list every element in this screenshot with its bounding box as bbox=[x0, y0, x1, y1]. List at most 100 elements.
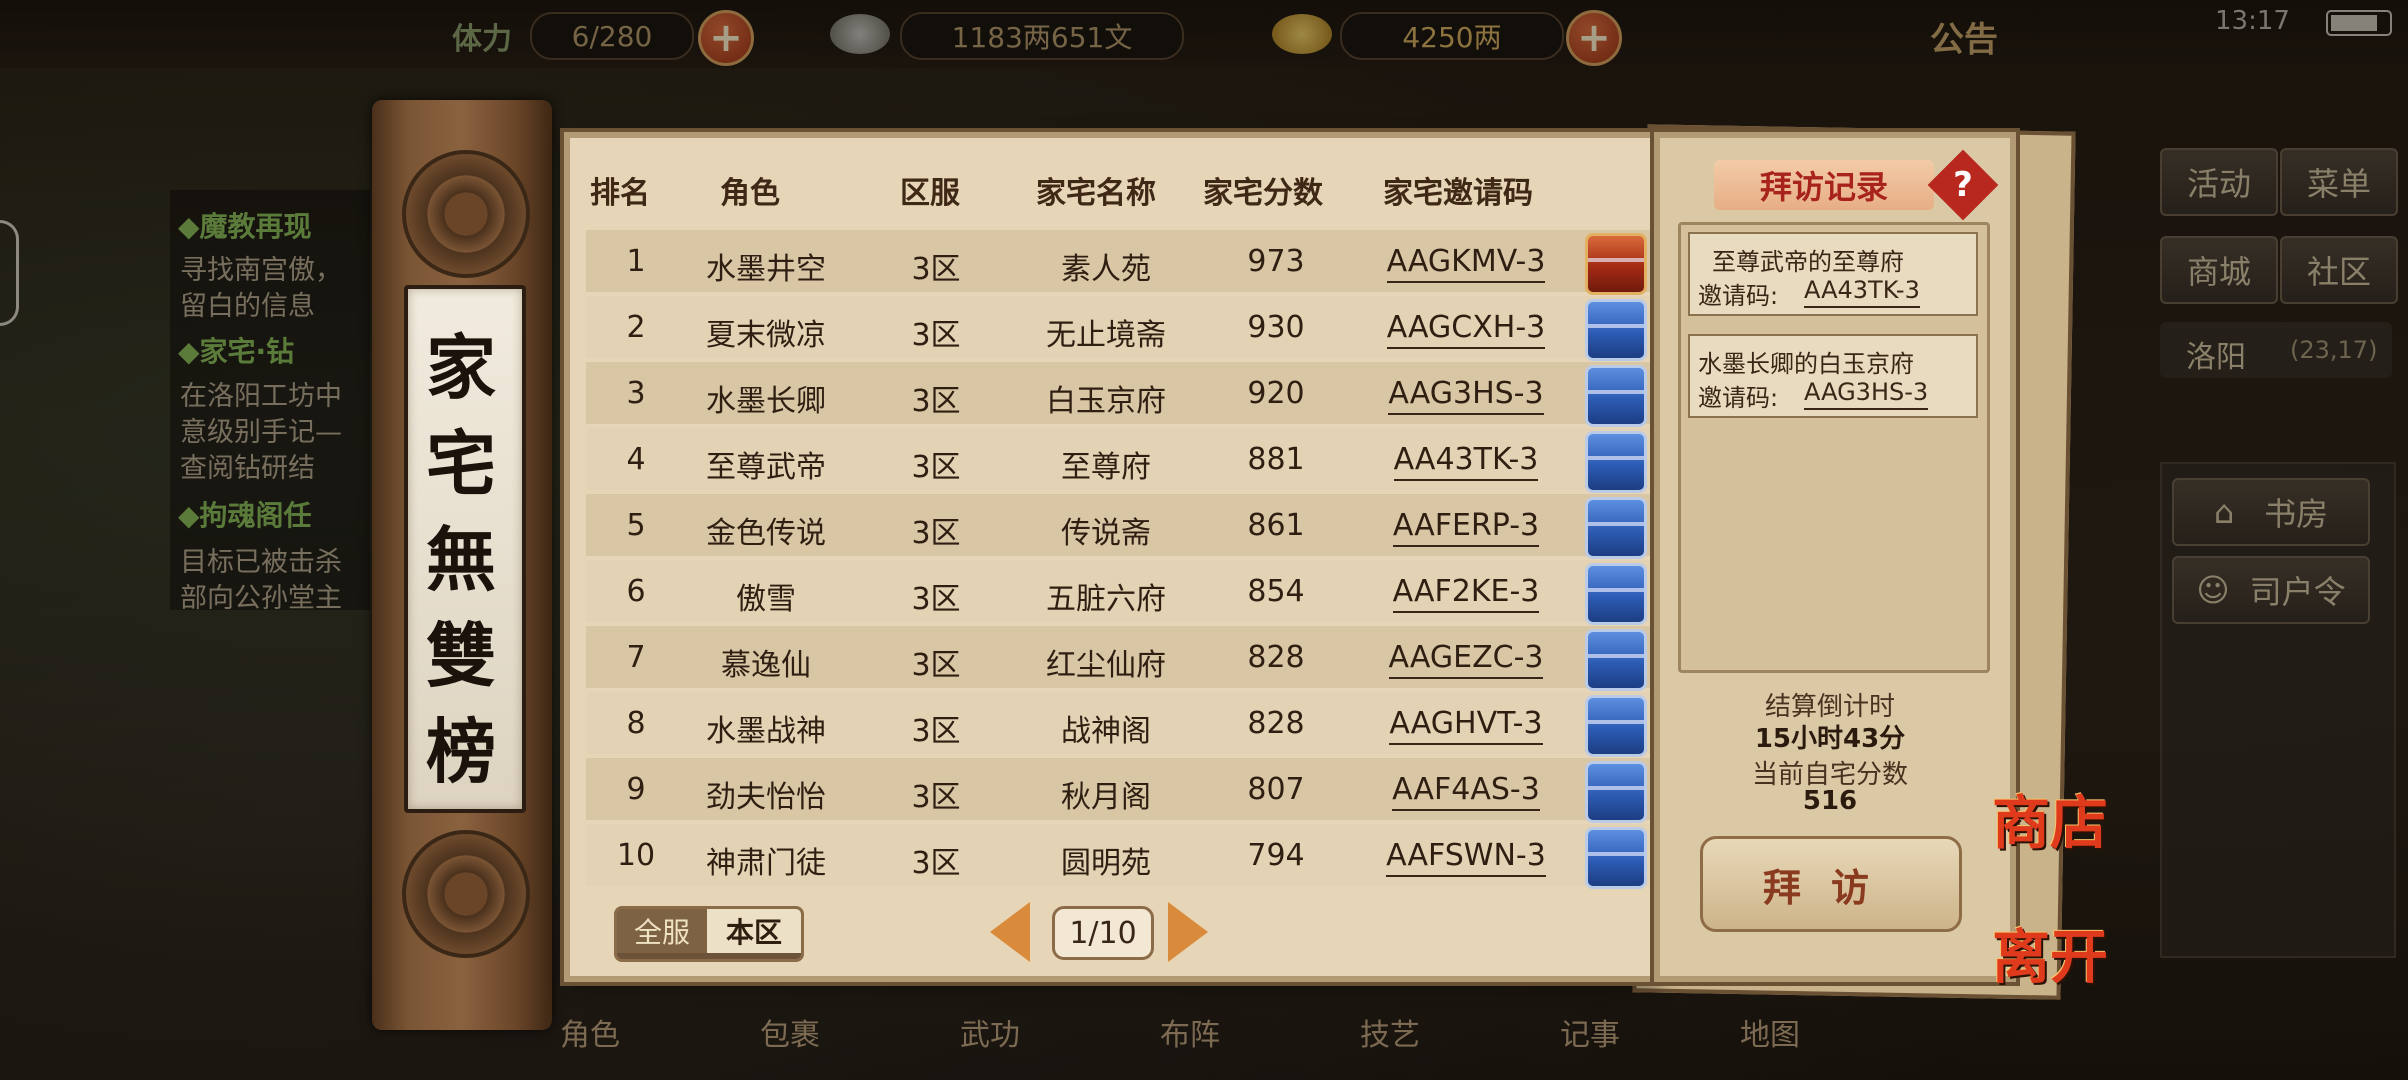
cell-invite-code[interactable]: AAGHVT-3 bbox=[1366, 706, 1566, 745]
cell-home: 无止境斋 bbox=[1046, 318, 1166, 353]
cell-invite-code[interactable]: AAF2KE-3 bbox=[1366, 574, 1566, 613]
invite-code-link[interactable]: AAGHVT-3 bbox=[1389, 706, 1543, 745]
blue-chest-icon[interactable] bbox=[1585, 365, 1647, 427]
nav-bag[interactable]: 包裹 bbox=[760, 1010, 820, 1054]
record-code-label: 邀请码: bbox=[1698, 384, 1779, 412]
blue-chest-icon[interactable] bbox=[1585, 629, 1647, 691]
blue-chest-icon[interactable] bbox=[1585, 695, 1647, 757]
table-row[interactable]: 9 劲夫怡怡 3区 秋月阁 807 AAF4AS-3 bbox=[586, 758, 1656, 823]
nav-journal[interactable]: 记事 bbox=[1560, 1010, 1620, 1054]
cell-invite-code[interactable]: AAGCXH-3 bbox=[1366, 310, 1566, 349]
cell-invite-code[interactable]: AAFERP-3 bbox=[1366, 508, 1566, 547]
cell-invite-code[interactable]: AAFSWN-3 bbox=[1366, 838, 1566, 877]
cell-rank: 9 bbox=[626, 772, 646, 807]
column-header: 角色 bbox=[720, 176, 780, 211]
record-invite-code[interactable]: AAG3HS-3 bbox=[1804, 378, 1929, 410]
table-row[interactable]: 2 夏末微凉 3区 无止境斋 930 AAGCXH-3 bbox=[586, 296, 1656, 361]
cell-invite-code[interactable]: AA43TK-3 bbox=[1366, 442, 1566, 481]
table-row[interactable]: 8 水墨战神 3区 战神阁 828 AAGHVT-3 bbox=[586, 692, 1656, 757]
cell-home: 传说斋 bbox=[1061, 516, 1151, 551]
scroll-title-char: 雙 bbox=[426, 614, 496, 697]
cell-home: 至尊府 bbox=[1061, 450, 1151, 485]
nav-skills[interactable]: 技艺 bbox=[1360, 1010, 1420, 1054]
cell-server: 3区 bbox=[911, 318, 961, 353]
cell-role: 傲雪 bbox=[736, 582, 796, 617]
prev-page-arrow-icon[interactable] bbox=[990, 902, 1030, 962]
table-row[interactable]: 7 慕逸仙 3区 红尘仙府 828 AAGEZC-3 bbox=[586, 626, 1656, 691]
visit-record-item[interactable]: 水墨长卿的白玉京府 邀请码: AAG3HS-3 bbox=[1688, 334, 1978, 418]
cell-home: 战神阁 bbox=[1061, 714, 1151, 749]
blue-chest-icon[interactable] bbox=[1585, 431, 1647, 493]
blue-chest-icon[interactable] bbox=[1585, 827, 1647, 889]
cell-score: 854 bbox=[1247, 574, 1305, 609]
cell-role: 慕逸仙 bbox=[721, 648, 811, 683]
cell-home: 五脏六府 bbox=[1046, 582, 1166, 617]
column-header: 区服 bbox=[900, 176, 960, 211]
table-row[interactable]: 3 水墨长卿 3区 白玉京府 920 AAG3HS-3 bbox=[586, 362, 1656, 427]
scroll-title-char: 宅 bbox=[426, 422, 496, 505]
record-invite-code[interactable]: AA43TK-3 bbox=[1804, 276, 1920, 308]
cell-role: 水墨战神 bbox=[706, 714, 826, 749]
cell-score: 828 bbox=[1247, 706, 1305, 741]
record-code-label: 邀请码: bbox=[1698, 282, 1779, 310]
blue-chest-icon[interactable] bbox=[1585, 497, 1647, 559]
nav-role[interactable]: 角色 bbox=[560, 1010, 620, 1054]
nav-martial[interactable]: 武功 bbox=[960, 1010, 1020, 1054]
invite-code-link[interactable]: AA43TK-3 bbox=[1393, 442, 1539, 481]
table-row[interactable]: 1 水墨井空 3区 素人苑 973 AAGKMV-3 bbox=[586, 230, 1656, 295]
invite-code-link[interactable]: AAF4AS-3 bbox=[1392, 772, 1540, 811]
nav-map[interactable]: 地图 bbox=[1740, 1010, 1800, 1054]
cell-home: 素人苑 bbox=[1061, 252, 1151, 287]
scroll-title-char: 榜 bbox=[426, 710, 496, 793]
leave-button[interactable]: 离开 bbox=[1992, 910, 2108, 994]
invite-code-link[interactable]: AAGEZC-3 bbox=[1388, 640, 1544, 679]
column-header: 家宅名称 bbox=[1036, 176, 1156, 211]
cell-role: 金色传说 bbox=[706, 516, 826, 551]
table-row[interactable]: 10 神肃门徒 3区 圆明苑 794 AAFSWN-3 bbox=[586, 824, 1656, 889]
cell-rank: 5 bbox=[626, 508, 646, 543]
invite-code-link[interactable]: AAGKMV-3 bbox=[1386, 244, 1546, 283]
next-page-arrow-icon[interactable] bbox=[1168, 902, 1208, 962]
cell-home: 秋月阁 bbox=[1061, 780, 1151, 815]
table-row[interactable]: 4 至尊武帝 3区 至尊府 881 AA43TK-3 bbox=[586, 428, 1656, 493]
cell-score: 828 bbox=[1247, 640, 1305, 675]
carved-flower-icon bbox=[402, 830, 530, 958]
visit-record-item[interactable]: 至尊武帝的至尊府 邀请码: AA43TK-3 bbox=[1688, 232, 1978, 316]
cell-score: 881 bbox=[1247, 442, 1305, 477]
invite-code-link[interactable]: AAFERP-3 bbox=[1392, 508, 1540, 547]
invite-code-link[interactable]: AAF2KE-3 bbox=[1392, 574, 1540, 613]
nav-formation[interactable]: 布阵 bbox=[1160, 1010, 1220, 1054]
cell-rank: 6 bbox=[626, 574, 646, 609]
cell-score: 807 bbox=[1247, 772, 1305, 807]
blue-chest-icon[interactable] bbox=[1585, 761, 1647, 823]
cell-invite-code[interactable]: AAF4AS-3 bbox=[1366, 772, 1566, 811]
cell-role: 劲夫怡怡 bbox=[706, 780, 826, 815]
cell-home: 圆明苑 bbox=[1061, 846, 1151, 881]
cell-role: 水墨井空 bbox=[706, 252, 826, 287]
cell-role: 至尊武帝 bbox=[706, 450, 826, 485]
invite-code-link[interactable]: AAFSWN-3 bbox=[1386, 838, 1546, 877]
red-chest-icon[interactable] bbox=[1585, 233, 1647, 295]
filter-local-server[interactable]: 本区 bbox=[707, 909, 801, 953]
table-row[interactable]: 5 金色传说 3区 传说斋 861 AAFERP-3 bbox=[586, 494, 1656, 559]
cell-server: 3区 bbox=[911, 648, 961, 683]
help-question-mark: ? bbox=[1953, 165, 1973, 205]
cell-role: 夏末微凉 bbox=[706, 318, 826, 353]
blue-chest-icon[interactable] bbox=[1585, 299, 1647, 361]
cell-invite-code[interactable]: AAGKMV-3 bbox=[1366, 244, 1566, 283]
cell-score: 861 bbox=[1247, 508, 1305, 543]
blue-chest-icon[interactable] bbox=[1585, 563, 1647, 625]
cell-invite-code[interactable]: AAG3HS-3 bbox=[1366, 376, 1566, 415]
visit-button[interactable]: 拜访 bbox=[1700, 836, 1962, 932]
invite-code-link[interactable]: AAG3HS-3 bbox=[1388, 376, 1544, 415]
home-score-value: 516 bbox=[1802, 786, 1858, 816]
shop-button[interactable]: 商店 bbox=[1992, 776, 2108, 860]
cell-score: 973 bbox=[1247, 244, 1305, 279]
filter-all-server[interactable]: 全服 bbox=[617, 909, 707, 953]
table-row[interactable]: 6 傲雪 3区 五脏六府 854 AAF2KE-3 bbox=[586, 560, 1656, 625]
cell-server: 3区 bbox=[911, 384, 961, 419]
invite-code-link[interactable]: AAGCXH-3 bbox=[1386, 310, 1546, 349]
cell-invite-code[interactable]: AAGEZC-3 bbox=[1366, 640, 1566, 679]
cell-server: 3区 bbox=[911, 516, 961, 551]
cell-role: 水墨长卿 bbox=[706, 384, 826, 419]
